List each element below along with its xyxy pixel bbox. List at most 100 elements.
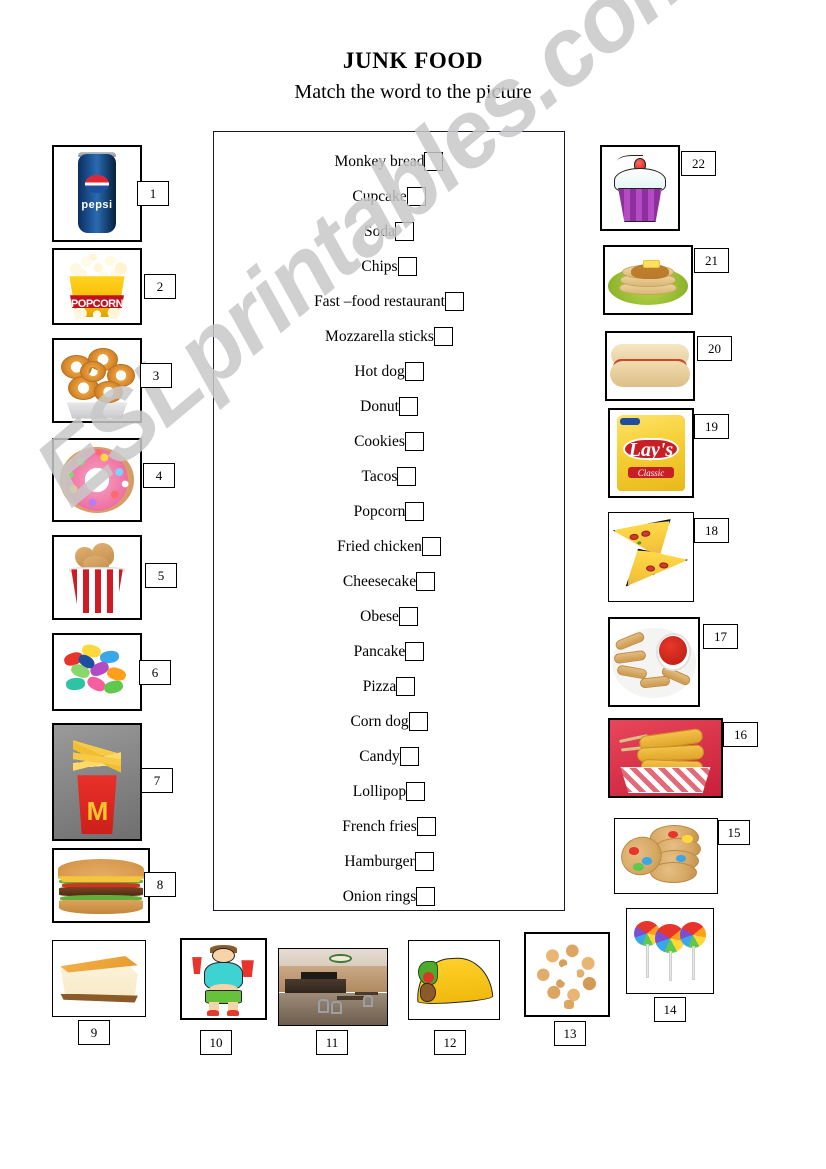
answer-box[interactable] [408,712,428,731]
classic-banner: Classic [628,466,674,478]
picture-card-14 [626,908,714,994]
number-box-20: 20 [697,336,732,361]
word-label: Corn dog [350,712,409,730]
word-row: Donut [214,389,564,424]
word-label: Mozzarella sticks [325,327,434,345]
word-label: Pizza [362,677,397,695]
pizza-slices-image [609,513,693,601]
answer-box[interactable] [416,572,436,591]
answer-box[interactable] [396,677,416,696]
answer-box[interactable] [397,257,417,276]
answer-box[interactable] [406,782,426,801]
answer-box[interactable] [404,362,424,381]
word-label: Soda [364,222,395,240]
wrapped-candies-image [54,635,140,709]
answer-box[interactable] [414,852,434,871]
donut-hole [84,468,110,492]
number-label: 4 [155,467,163,483]
picture-card-17 [608,617,700,707]
word-row: Onion rings [214,879,564,914]
number-box-6: 6 [139,660,171,685]
bucket-body [71,569,123,614]
pink-donut-image [54,440,140,520]
picture-card-6 [52,633,142,711]
answer-box[interactable] [404,432,424,451]
picture-card-4 [52,438,142,522]
answer-box[interactable] [444,292,464,311]
cheese-slice [57,876,145,882]
pepsi-wordmark: pepsi [81,199,113,212]
pancakes-plate-image [605,247,691,313]
picture-card-5 [52,535,142,620]
number-box-8: 8 [144,872,176,897]
answer-box[interactable] [405,502,425,521]
meat-filling [419,983,436,1002]
number-label: 11 [325,1034,339,1050]
lollipop-head [680,922,707,948]
bread-center-hole [558,964,577,983]
number-label: 14 [663,1001,677,1017]
word-label: Cheesecake [342,572,417,590]
chair [317,999,329,1013]
number-box-4: 4 [143,463,175,488]
paper-basket [620,767,711,793]
fast-food-restaurant-interior-image [279,949,387,1025]
hamburger-image [54,850,148,921]
pizza-slice [626,548,689,591]
answer-box[interactable] [416,817,436,836]
number-label: 5 [157,567,165,583]
word-label: Tacos [361,467,398,485]
popcorn-kernels [64,254,130,280]
candy-piece [106,665,128,682]
onion-rings-image [54,340,140,421]
number-label: 17 [714,628,727,644]
answer-box[interactable] [398,397,418,416]
answer-box[interactable] [395,222,414,241]
fried-chicken-bucket-image [54,537,140,618]
word-row: Mozzarella sticks [214,319,564,354]
answer-box[interactable] [433,327,453,346]
word-list-box: Monkey bread Cupcake Soda Chips Fast –fo… [213,131,565,911]
number-box-11: 11 [316,1030,348,1055]
corn-dogs-basket-image [610,720,721,796]
answer-box[interactable] [397,467,417,486]
number-label: 18 [705,522,718,538]
monkey-bread-image [526,934,608,1015]
word-row: Fast –food restaurant [214,284,564,319]
rainbow-lollipops-image [627,909,713,993]
popcorn-spill [69,308,125,319]
picture-card-15 [614,818,718,894]
word-row: Hot dog [214,354,564,389]
answer-box[interactable] [424,152,444,171]
answer-box[interactable] [421,537,441,556]
answer-box[interactable] [405,642,425,661]
answer-box[interactable] [406,187,426,206]
shoe [206,1010,220,1016]
number-box-14: 14 [654,997,686,1022]
bottom-bun [609,360,691,388]
picture-card-10 [180,938,267,1020]
answer-box[interactable] [398,607,418,626]
candy-chip [629,847,640,855]
answer-box[interactable] [399,747,419,766]
word-row: Lollipop [214,774,564,809]
number-label: 6 [151,664,159,680]
obese-boy-cartoon-image [182,940,265,1018]
word-row: Pizza [214,669,564,704]
number-box-16: 16 [723,722,758,747]
stack-of-cookies-image [615,819,717,893]
word-label: Cupcake [352,187,407,205]
number-label: 2 [156,278,164,294]
number-box-19: 19 [694,414,729,439]
number-label: 9 [90,1024,98,1040]
word-row: Hamburger [214,844,564,879]
picture-card-1: pepsi [52,145,142,242]
word-row: Tacos [214,459,564,494]
number-box-17: 17 [703,624,738,649]
candy-chip [633,863,644,871]
cupcake-cherry-image [602,147,678,229]
number-label: 12 [443,1034,457,1050]
lays-logo: Lay's [623,437,679,460]
answer-box[interactable] [416,887,436,906]
herb [653,573,658,576]
